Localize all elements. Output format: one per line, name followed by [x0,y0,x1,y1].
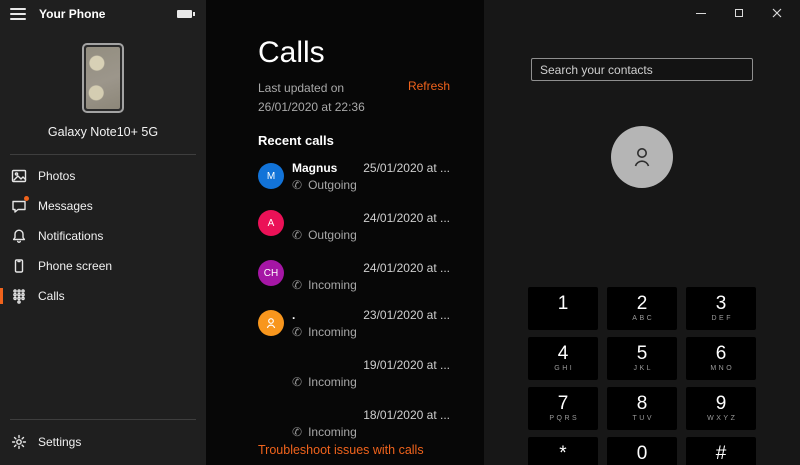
sidebar-item-label: Calls [38,289,65,303]
dialpad-key-7[interactable]: 7 PQRS [528,387,598,430]
call-direction-label: Outgoing [308,178,357,193]
phone-wallpaper-image [86,47,120,109]
sidebar-item-photos[interactable]: Photos [0,161,206,191]
maximize-button[interactable] [720,0,758,26]
contact-avatar-placeholder [611,126,673,188]
sidebar-item-settings[interactable]: Settings [0,426,206,458]
phone-screen-icon [11,258,27,274]
refresh-link[interactable]: Refresh [408,79,450,93]
dialpad-key-star[interactable]: * [528,437,598,465]
battery-icon [177,10,195,18]
photos-icon [11,168,27,184]
call-direction-icon: ✆ [292,325,303,340]
contact-avatar-person-icon [258,310,284,337]
sidebar-item-notifications[interactable]: Notifications [0,221,206,251]
settings-divider [10,419,196,420]
call-date: 24/01/2020 at ... [363,261,450,276]
contact-name: Magnus [292,161,338,176]
contact-name: . [292,308,296,323]
sidebar-item-messages[interactable]: Messages [0,191,206,221]
dialpad-key-4[interactable]: 4 GHI [528,337,598,380]
call-date: 19/01/2020 at ... [363,358,450,373]
call-direction-label: Incoming [308,325,357,340]
sidebar-item-calls[interactable]: Calls [0,281,206,311]
hamburger-menu-icon[interactable] [10,8,26,20]
dialpad-key-9[interactable]: 9 WXYZ [686,387,756,430]
call-row[interactable]: 18/01/2020 at ... ✆ Incoming [258,405,450,439]
contact-avatar: A [258,210,284,237]
call-row[interactable]: 19/01/2020 at ... ✆ Incoming [258,355,450,389]
messages-icon [11,196,29,214]
person-icon [634,148,650,167]
call-direction-icon: ✆ [292,228,303,243]
call-row[interactable]: A 24/01/2020 at ... ✆ Outgoing [258,208,450,242]
dialpad-key-hash[interactable]: # [686,437,756,465]
messages-badge-dot [24,196,29,201]
sidebar-item-label: Photos [38,169,76,183]
dialpad: 1 2 ABC 3 DEF 4 GHI 5 JKL 6 MNO 7 PQRS 8… [528,287,756,465]
call-direction-label: Incoming [308,375,357,390]
person-icon [266,318,276,329]
page-title: Calls [258,36,325,69]
call-direction-icon: ✆ [292,425,303,440]
settings-gear-icon [11,434,27,450]
search-contacts-input[interactable] [531,58,753,81]
sidebar-item-label: Notifications [38,229,104,243]
call-direction-label: Incoming [308,278,357,293]
sidebar-divider [10,154,196,155]
calls-dialpad-icon [11,288,27,304]
last-updated-text: Last updated on 26/01/2020 at 22:36 [258,81,365,114]
call-direction-icon: ✆ [292,278,303,293]
avatar-initials: CH [263,267,279,279]
call-row[interactable]: . 23/01/2020 at ... ✆ Incoming [258,308,450,339]
call-date: 25/01/2020 at ... [363,161,450,176]
call-direction-icon: ✆ [292,178,303,193]
call-direction-label: Outgoing [308,228,357,243]
dialpad-key-2[interactable]: 2 ABC [607,287,677,330]
notifications-bell-icon [11,228,27,244]
avatar-initials: A [267,217,275,229]
call-direction-icon: ✆ [292,375,303,390]
sidebar-item-label: Messages [38,199,93,213]
contact-avatar: CH [258,260,284,287]
sidebar-item-label: Settings [38,435,82,449]
contact-avatar: M [258,163,284,190]
recent-calls-heading: Recent calls [258,133,334,149]
device-name: Galaxy Note10+ 5G [47,125,159,139]
dialpad-key-5[interactable]: 5 JKL [607,337,677,380]
dialpad-key-1[interactable]: 1 [528,287,598,330]
call-row[interactable]: CH 24/01/2020 at ... ✆ Incoming [258,258,450,292]
call-date: 18/01/2020 at ... [363,408,450,423]
minimize-icon [696,12,706,14]
dialpad-key-0[interactable]: 0 [607,437,677,465]
calls-panel: Calls Last updated on 26/01/2020 at 22:3… [206,0,484,465]
sidebar: Your Phone Galaxy Note10+ 5G Photos Mess… [0,0,206,465]
sidebar-item-phone-screen[interactable]: Phone screen [0,251,206,281]
sidebar-titlebar: Your Phone [0,0,206,28]
your-phone-app-window: Your Phone Galaxy Note10+ 5G Photos Mess… [0,0,800,465]
dialpad-key-3[interactable]: 3 DEF [686,287,756,330]
dialer-panel: 1 2 ABC 3 DEF 4 GHI 5 JKL 6 MNO [484,0,800,465]
avatar-initials: M [266,170,276,182]
dialpad-key-8[interactable]: 8 TUV [607,387,677,430]
close-icon [772,8,782,18]
call-date: 24/01/2020 at ... [363,211,450,226]
phone-wallpaper-preview [82,43,124,113]
close-button[interactable] [758,0,796,26]
minimize-button[interactable] [682,0,720,26]
maximize-icon [735,9,743,17]
recent-calls-list: M Magnus 25/01/2020 at ... ✆ Outgoing A [258,161,450,439]
call-row[interactable]: M Magnus 25/01/2020 at ... ✆ Outgoing [258,161,450,192]
troubleshoot-link[interactable]: Troubleshoot issues with calls [258,443,424,457]
call-direction-label: Incoming [308,425,357,440]
sidebar-item-label: Phone screen [38,259,113,273]
dialpad-key-6[interactable]: 6 MNO [686,337,756,380]
call-date: 23/01/2020 at ... [363,308,450,323]
window-controls [682,0,796,26]
app-title: Your Phone [39,7,106,21]
